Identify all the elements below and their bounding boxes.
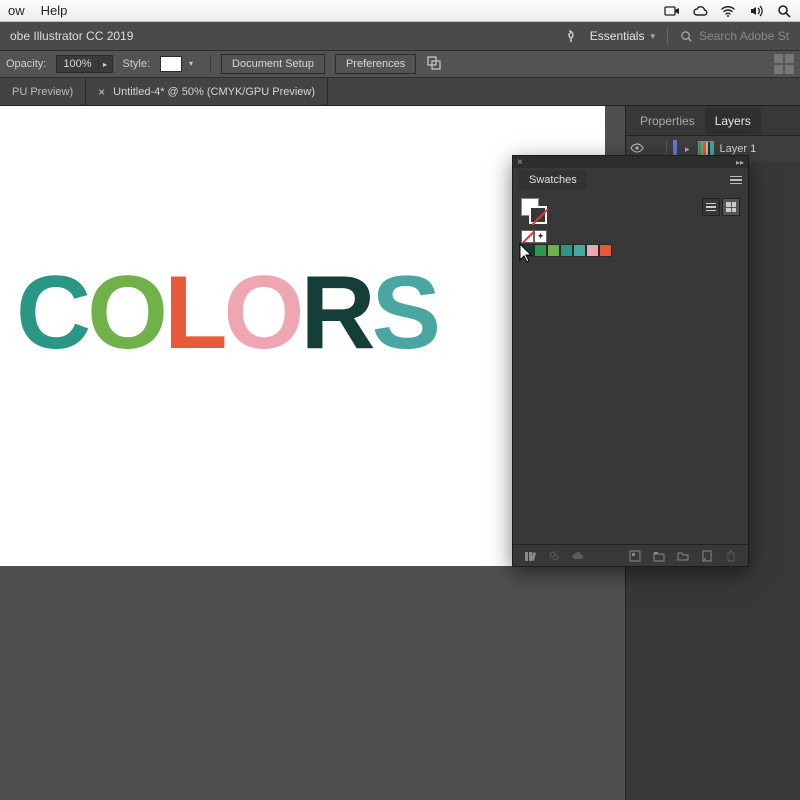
tab-doc-1[interactable]: PU Preview) <box>0 78 86 105</box>
panel-tabs: Properties Layers <box>626 106 800 136</box>
letter-S: S <box>372 254 437 373</box>
opacity-field[interactable]: 100% ▸ <box>56 55 112 73</box>
letter-R: R <box>300 254 371 373</box>
stroke-box[interactable] <box>529 206 547 224</box>
menu-item-help[interactable]: Help <box>41 3 68 18</box>
tab-properties[interactable]: Properties <box>630 108 705 134</box>
swatches-footer <box>513 544 748 566</box>
mac-menubar: ow Help <box>0 0 800 22</box>
workspace-label: Essentials <box>590 29 645 43</box>
letter-O: O <box>87 254 164 373</box>
menu-item-window[interactable]: ow <box>8 3 25 18</box>
align-icon[interactable] <box>426 55 442 74</box>
swatch-cell[interactable] <box>547 244 560 257</box>
swatch-options-icon[interactable] <box>628 549 642 563</box>
creativecloud-icon[interactable] <box>692 3 708 19</box>
volume-icon[interactable] <box>748 3 764 19</box>
link-icon <box>547 549 561 563</box>
new-colorgroup-icon[interactable] <box>652 549 666 563</box>
panel-menu-icon[interactable] <box>730 176 742 185</box>
chevron-right-icon: ▸ <box>98 60 112 69</box>
grid-view-button[interactable] <box>722 198 740 216</box>
swatch-cell[interactable] <box>586 244 599 257</box>
spotlight-icon[interactable] <box>776 3 792 19</box>
swatch-cell[interactable] <box>599 244 612 257</box>
style-swatch[interactable]: ▾ <box>160 56 182 72</box>
opacity-value: 100% <box>57 58 97 70</box>
letter-L: L <box>164 254 224 373</box>
panel-grip[interactable]: × ▸▸ <box>513 156 748 168</box>
swatch-grid <box>521 244 651 257</box>
disclosure-icon[interactable]: ▸ <box>683 144 692 155</box>
swatches-tab[interactable]: Swatches <box>519 171 587 189</box>
panel-grid-icon[interactable] <box>774 54 794 74</box>
workspace-switcher[interactable]: Essentials ▾ <box>590 29 655 43</box>
none-swatch[interactable] <box>521 230 534 243</box>
screenrec-icon[interactable] <box>664 3 680 19</box>
swatch-cell[interactable] <box>534 244 547 257</box>
close-icon[interactable]: × <box>517 157 523 168</box>
document-setup-button[interactable]: Document Setup <box>221 54 325 74</box>
swatches-panel[interactable]: × ▸▸ Swatches ✦ <box>512 155 749 567</box>
document-tabs: PU Preview) × Untitled-4* @ 50% (CMYK/GP… <box>0 78 800 106</box>
layer-name: Layer 1 <box>720 143 757 155</box>
tab-doc-2[interactable]: × Untitled-4* @ 50% (CMYK/GPU Preview) <box>86 78 328 105</box>
opacity-label: Opacity: <box>6 58 46 70</box>
trash-icon[interactable] <box>724 549 738 563</box>
new-swatch-icon[interactable] <box>700 549 714 563</box>
collapse-icon[interactable]: ▸▸ <box>736 158 744 167</box>
close-icon[interactable]: × <box>98 85 105 99</box>
library-icon[interactable] <box>523 549 537 563</box>
swatch-cell[interactable] <box>521 244 534 257</box>
app-title: obe Illustrator CC 2019 <box>10 29 133 43</box>
tab-layers[interactable]: Layers <box>705 108 761 134</box>
hint-icon[interactable] <box>564 29 578 43</box>
colors-text: COLORS <box>16 254 437 373</box>
swatches-body: ✦ <box>513 192 748 544</box>
swatch-cell[interactable] <box>573 244 586 257</box>
cloud-icon <box>571 549 585 563</box>
fill-stroke-indicator[interactable] <box>521 198 547 224</box>
chevron-down-icon: ▾ <box>650 31 655 42</box>
letter-C: C <box>16 254 87 373</box>
swatch-cell[interactable] <box>560 244 573 257</box>
control-bar: Opacity: 100% ▸ Style: ▾ Document Setup … <box>0 50 800 78</box>
registration-swatch[interactable]: ✦ <box>534 230 547 243</box>
new-folder-icon[interactable] <box>676 549 690 563</box>
app-titlebar: obe Illustrator CC 2019 Essentials ▾ Sea… <box>0 22 800 50</box>
list-view-button[interactable] <box>702 198 720 216</box>
search-stock[interactable]: Search Adobe St <box>680 29 790 43</box>
search-placeholder: Search Adobe St <box>699 29 789 43</box>
wifi-icon[interactable] <box>720 3 736 19</box>
preferences-button[interactable]: Preferences <box>335 54 416 74</box>
style-label: Style: <box>123 58 151 70</box>
letter-O: O <box>224 254 301 373</box>
